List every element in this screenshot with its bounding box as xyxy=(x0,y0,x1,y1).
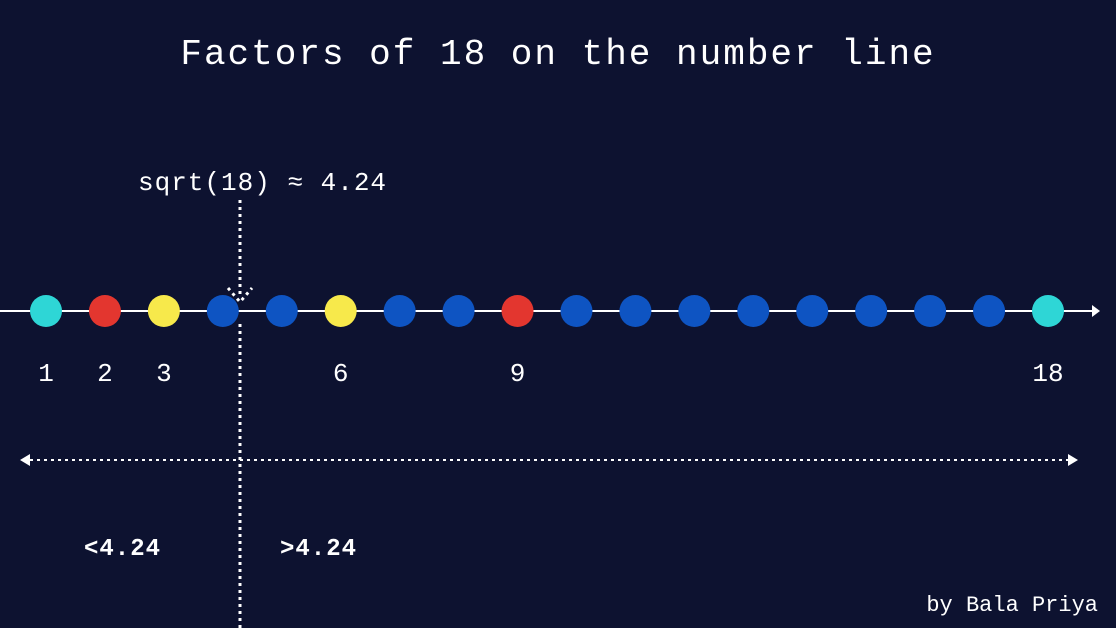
point-label-3: 3 xyxy=(156,359,172,389)
axis-arrowhead-icon xyxy=(1092,305,1100,317)
labels-group: 1 2 3 6 9 18 xyxy=(38,359,1063,389)
point-5 xyxy=(266,295,298,327)
point-label-2: 2 xyxy=(97,359,113,389)
point-18 xyxy=(1032,295,1064,327)
point-2 xyxy=(89,295,121,327)
point-label-6: 6 xyxy=(333,359,349,389)
point-label-18: 18 xyxy=(1032,359,1063,389)
point-label-1: 1 xyxy=(38,359,54,389)
range-arrow-left-icon xyxy=(20,454,30,466)
point-14 xyxy=(796,295,828,327)
point-10 xyxy=(560,295,592,327)
point-9 xyxy=(502,295,534,327)
point-12 xyxy=(678,295,710,327)
point-1 xyxy=(30,295,62,327)
point-7 xyxy=(384,295,416,327)
point-4 xyxy=(207,295,239,327)
point-15 xyxy=(855,295,887,327)
author-credit: by Bala Priya xyxy=(926,593,1098,618)
number-line-diagram: 1 2 3 6 9 18 xyxy=(0,0,1116,628)
region-greater-than-label: >4.24 xyxy=(280,536,357,563)
point-6 xyxy=(325,295,357,327)
range-arrow-right-icon xyxy=(1068,454,1078,466)
point-8 xyxy=(443,295,475,327)
point-11 xyxy=(619,295,651,327)
point-3 xyxy=(148,295,180,327)
point-16 xyxy=(914,295,946,327)
point-13 xyxy=(737,295,769,327)
point-label-9: 9 xyxy=(510,359,526,389)
region-less-than-label: <4.24 xyxy=(84,536,161,563)
point-17 xyxy=(973,295,1005,327)
